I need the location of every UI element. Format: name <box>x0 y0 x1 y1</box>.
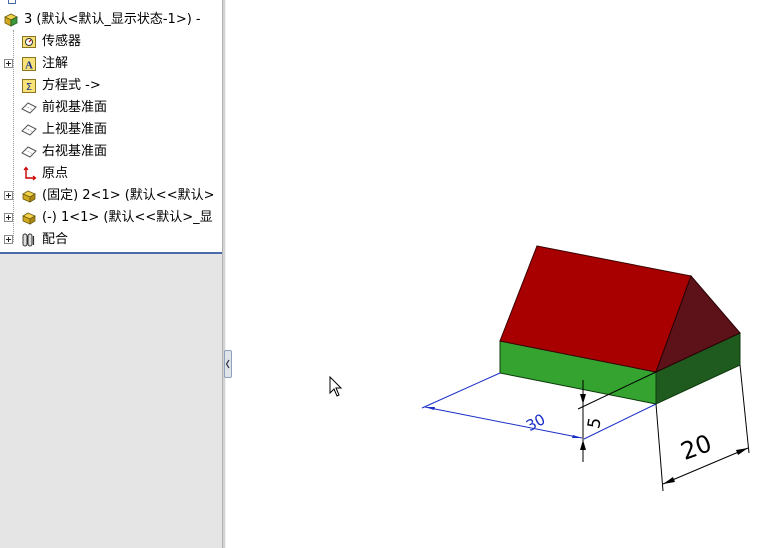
svg-text:A: A <box>25 60 33 72</box>
tree-item-label: 注解 <box>42 56 69 71</box>
tree-item-label: (固定) 2<1> (默认<<默认> <box>42 188 215 203</box>
plane-icon <box>21 146 37 158</box>
assembly-icon <box>4 13 18 27</box>
dimension-width-label: 30 <box>523 410 548 435</box>
tree-item-label: 上视基准面 <box>42 122 108 137</box>
dimension-depth-label: 20 <box>677 429 715 466</box>
mate-icon <box>22 233 35 247</box>
tree-item-annotations[interactable]: A 注解 <box>0 53 222 75</box>
tree-item-label: 传感器 <box>42 34 82 49</box>
feature-tree-list: 3 (默认<默认_显示状态-1>) - 传感器 A 注解 Σ 方程式 -> 前视… <box>0 0 222 254</box>
tree-item-label: 右视基准面 <box>42 144 108 159</box>
tree-item-label: 原点 <box>42 166 69 181</box>
plane-icon <box>21 124 37 136</box>
tree-item-part-1[interactable]: (-) 1<1> (默认<<默认>_显 <box>0 207 222 229</box>
mouse-pointer-icon <box>329 375 343 397</box>
tree-item-front-plane[interactable]: 前视基准面 <box>0 97 222 119</box>
tree-item-label: 方程式 -> <box>42 78 101 93</box>
tree-item-top-plane[interactable]: 上视基准面 <box>0 119 222 141</box>
tree-item-label: 前视基准面 <box>42 100 108 115</box>
plane-icon <box>21 102 37 114</box>
expand-icon[interactable] <box>4 191 13 200</box>
tree-item-sensors[interactable]: 传感器 <box>0 31 222 53</box>
tree-item-label: 配合 <box>42 232 69 247</box>
sensor-icon <box>22 36 36 48</box>
expand-icon[interactable] <box>4 213 13 222</box>
tree-item-equations[interactable]: Σ 方程式 -> <box>0 75 222 97</box>
tree-item-right-plane[interactable]: 右视基准面 <box>0 141 222 163</box>
expand-icon[interactable] <box>4 59 13 68</box>
part-icon <box>22 212 36 225</box>
origin-icon <box>23 166 37 181</box>
equation-icon: Σ <box>22 79 36 93</box>
scroll-fragment <box>8 0 16 4</box>
tree-item-mates[interactable]: 配合 <box>0 229 222 251</box>
svg-text:Σ: Σ <box>26 82 32 93</box>
tree-item-assembly-root[interactable]: 3 (默认<默认_显示状态-1>) - <box>0 9 222 31</box>
dimension-height-label: 5 <box>584 416 606 430</box>
feature-tree-panel: 3 (默认<默认_显示状态-1>) - 传感器 A 注解 Σ 方程式 -> 前视… <box>0 0 222 548</box>
annotation-icon: A <box>22 57 36 72</box>
tree-item-label: (-) 1<1> (默认<<默认>_显 <box>42 210 213 225</box>
tree-item-label: 3 (默认<默认_显示状态-1>) - <box>24 12 201 27</box>
tree-item-origin[interactable]: 原点 <box>0 163 222 185</box>
tree-item-part-2[interactable]: (固定) 2<1> (默认<<默认> <box>0 185 222 207</box>
part-icon <box>22 190 36 203</box>
graphics-viewport[interactable]: 30 5 20 <box>226 0 784 548</box>
expand-icon[interactable] <box>4 235 13 244</box>
